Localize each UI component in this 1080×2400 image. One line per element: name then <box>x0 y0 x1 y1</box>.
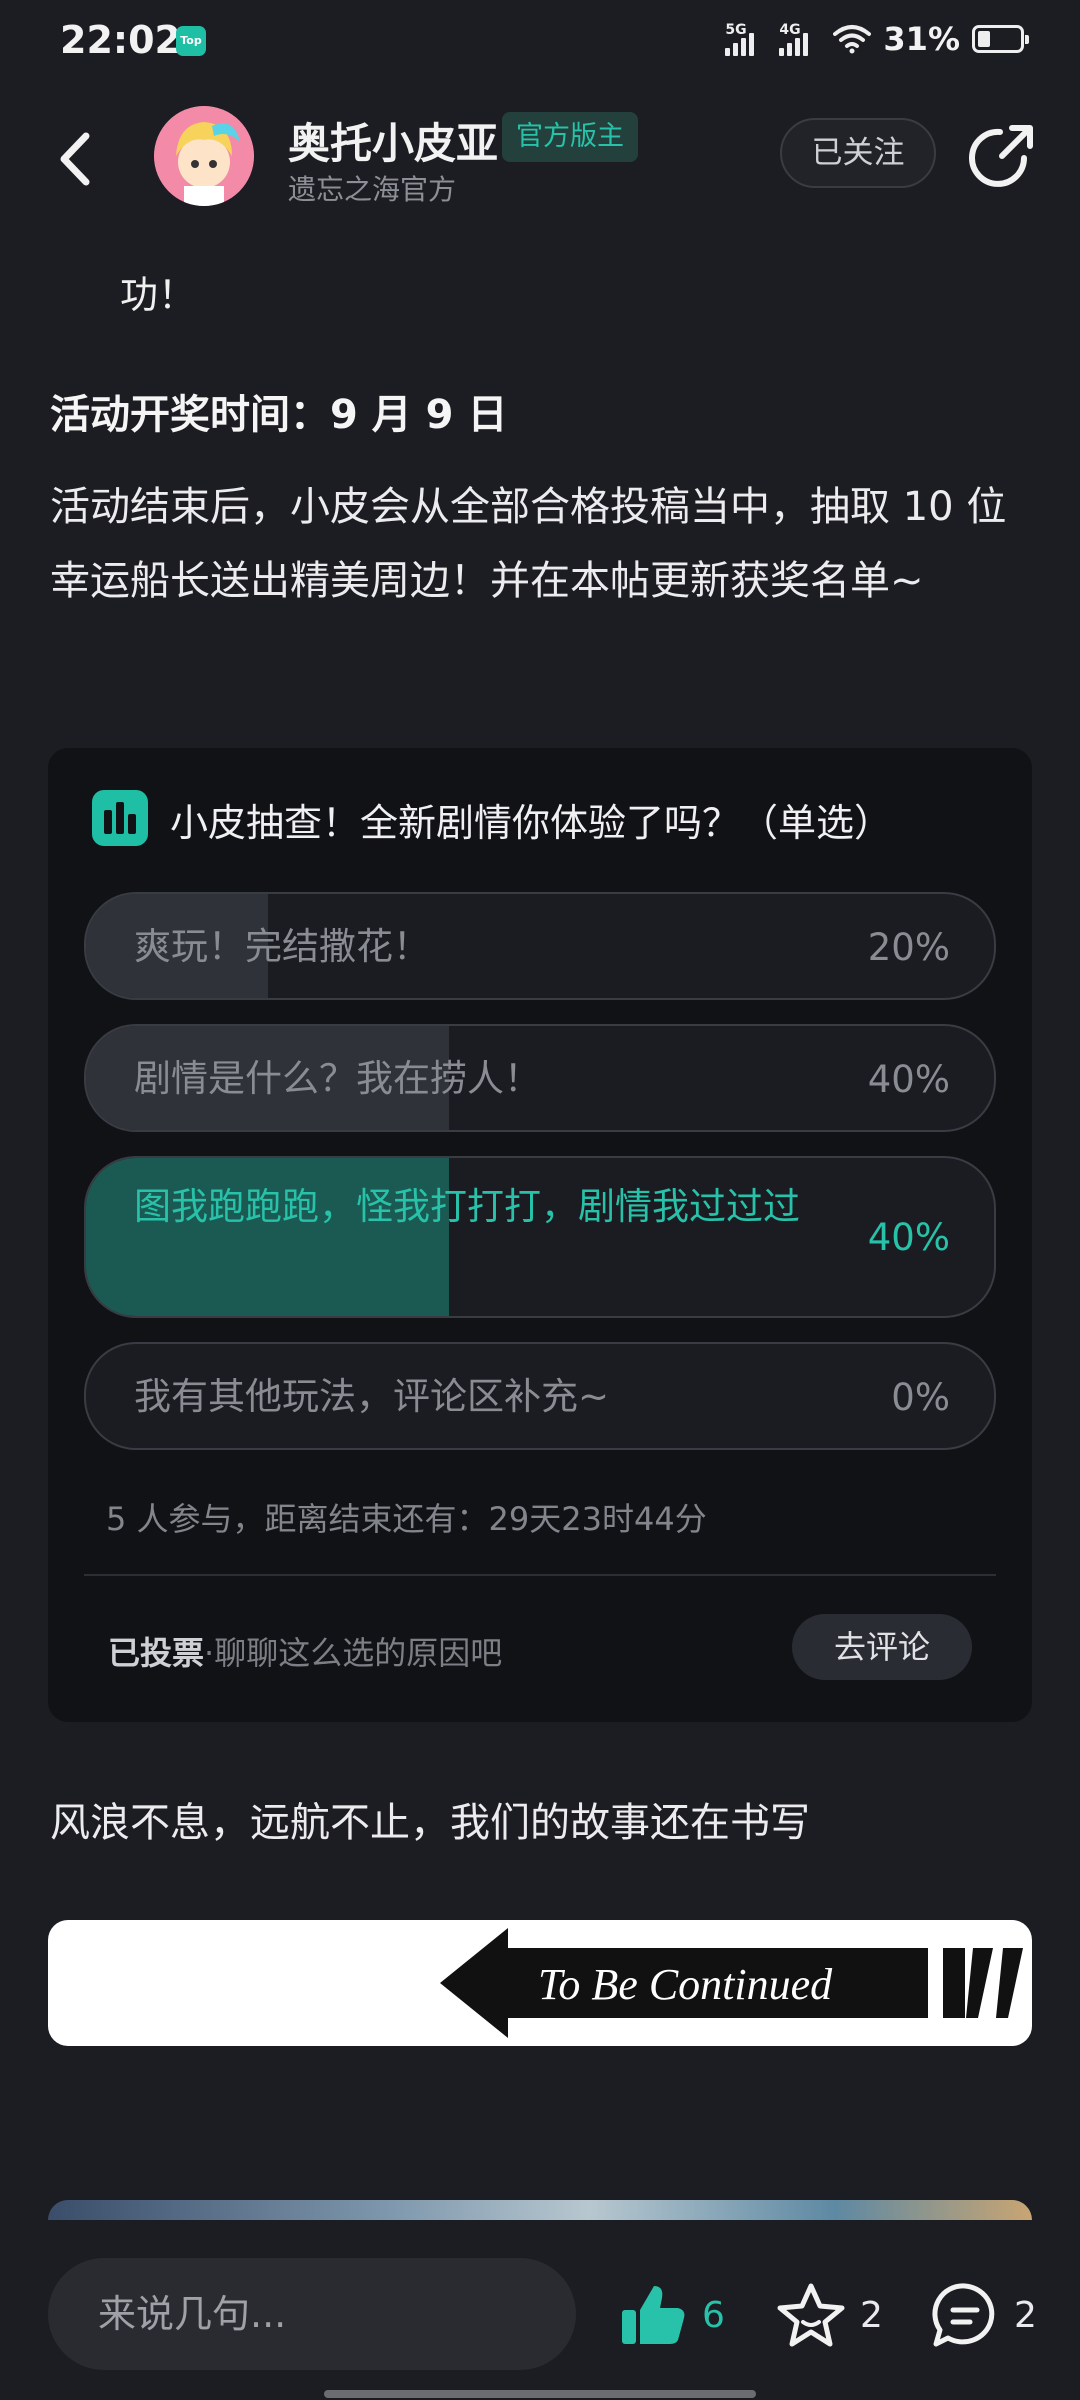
poll-option-percent: 40% <box>867 1216 950 1259</box>
poll-option-percent: 20% <box>867 926 950 969</box>
poll-option-2[interactable]: 剧情是什么？我在捞人！ 40% <box>84 1024 996 1132</box>
comment-button[interactable]: 2 <box>930 2280 1037 2350</box>
author-name[interactable]: 奥托小皮亚 <box>288 110 498 171</box>
poll-participation: 5 人参与，距离结束还有：29天23时44分 <box>106 1500 707 1538</box>
voted-hint: ·聊聊这么选的原因吧 <box>204 1634 503 1672</box>
closing-text: 风浪不息，远航不止，我们的故事还在书写 <box>50 1800 810 1846</box>
prize-paragraph: 活动结束后，小皮会从全部合格投稿当中，抽取 10 位幸运船长送出精美周边！并在本… <box>50 484 1007 604</box>
banner-text: To Be Continued <box>538 1960 833 2009</box>
to-be-continued-banner[interactable]: To Be Continued <box>48 1920 1032 2046</box>
poll-option-4[interactable]: 我有其他玩法，评论区补充~ 0% <box>84 1342 996 1450</box>
like-count: 6 <box>702 2294 725 2336</box>
back-arrow-icon[interactable] <box>48 124 104 194</box>
like-button[interactable]: 6 <box>618 2280 725 2350</box>
poll-divider <box>84 1574 996 1576</box>
poll-option-percent: 0% <box>891 1376 950 1419</box>
home-indicator[interactable] <box>324 2390 756 2398</box>
poll-option-label: 爽玩！完结撒花！ <box>134 925 430 968</box>
poll-option-label: 图我跑跑跑，怪我打打打，剧情我过过过 <box>134 1185 800 1228</box>
comment-input[interactable]: 来说几句... <box>48 2258 576 2370</box>
poll-option-percent: 40% <box>867 1058 950 1101</box>
thumbs-up-icon <box>622 2286 685 2344</box>
comment-bubble-icon <box>932 2283 995 2347</box>
post-header: 奥托小皮亚 官方版主 遗忘之海官方 已关注 <box>0 84 1080 234</box>
voted-label: 已投票 <box>108 1634 205 1672</box>
prize-heading: 活动开奖时间：9 月 9 日 <box>50 392 508 438</box>
status-indicators: 5G 4G 31% <box>725 20 1029 58</box>
author-subtitle: 遗忘之海官方 <box>288 173 457 206</box>
battery-icon <box>972 25 1029 53</box>
poll-chart-icon <box>92 790 148 846</box>
wifi-icon <box>833 25 872 54</box>
post-text-fragment: 功！ <box>120 273 197 317</box>
signal-5g-icon: 5G <box>725 22 767 56</box>
following-button[interactable]: 已关注 <box>780 118 936 188</box>
avatar[interactable] <box>154 106 254 206</box>
comment-count: 2 <box>1014 2294 1037 2336</box>
poll-option-label: 剧情是什么？我在捞人！ <box>134 1057 541 1100</box>
poll-option-label: 我有其他玩法，评论区补充~ <box>134 1375 610 1418</box>
signal-4g-icon: 4G <box>779 22 821 56</box>
poll-card: 小皮抽查！全新剧情你体验了吗？（单选） 爽玩！完结撒花！ 20% 剧情是什么？我… <box>48 748 1032 1722</box>
to-be-continued-arrow-icon: To Be Continued <box>440 1928 1023 2038</box>
share-icon[interactable] <box>966 118 1040 192</box>
favorite-button[interactable]: 2 <box>776 2280 883 2350</box>
bottom-action-bar: 来说几句... 6 2 2 <box>0 2220 1080 2400</box>
poll-option-3-selected[interactable]: 图我跑跑跑，怪我打打打，剧情我过过过 40% <box>84 1156 996 1318</box>
voted-status: 已投票·聊聊这么选的原因吧 <box>108 1628 502 1674</box>
battery-percent: 31% <box>883 20 960 58</box>
favorite-count: 2 <box>860 2294 883 2336</box>
top-app-icon: Top <box>176 26 206 56</box>
star-icon <box>777 2283 845 2347</box>
poll-option-1[interactable]: 爽玩！完结撒花！ 20% <box>84 892 996 1000</box>
status-bar: 22:02 Top 5G 4G 31% <box>0 0 1080 84</box>
go-comment-button[interactable]: 去评论 <box>792 1614 972 1680</box>
status-time: 22:02 <box>60 18 181 62</box>
poll-title: 小皮抽查！全新剧情你体验了吗？（单选） <box>170 801 893 845</box>
official-moderator-badge: 官方版主 <box>502 112 638 162</box>
